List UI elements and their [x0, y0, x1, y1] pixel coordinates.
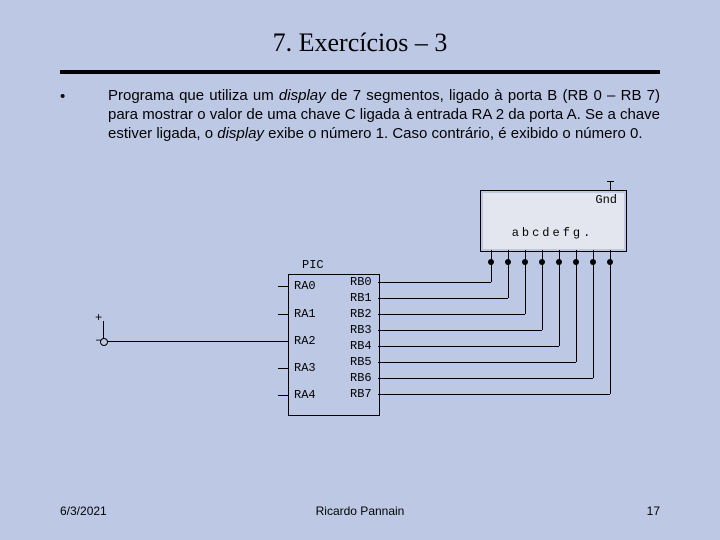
wire-rb0-v — [491, 262, 492, 282]
stub-rb6 — [378, 378, 388, 379]
wire-rb6-h — [388, 378, 593, 379]
label-rb1: RB1 — [350, 291, 372, 305]
wire-rb7-v — [610, 262, 611, 394]
footer-page: 17 — [647, 504, 660, 518]
circuit-diagram: Gnd abcdefg. PIC RA0 RA1 RA2 RA3 — [80, 178, 660, 458]
wire-rb4-h — [388, 346, 559, 347]
footer-author: Ricardo Pannain — [0, 504, 720, 518]
gnd-pin — [610, 181, 611, 190]
label-rb7: RB7 — [350, 387, 372, 401]
slide: 7. Exercícios – 3 • Programa que utiliza… — [0, 0, 720, 540]
label-rb2: RB2 — [350, 307, 372, 321]
wire-rb1-h — [388, 298, 508, 299]
stub-rb1 — [378, 298, 388, 299]
wire-rb2-v — [525, 262, 526, 314]
body-text-post: exibe o número 1. Caso contrário, é exib… — [264, 125, 643, 142]
display-gnd-label: Gnd — [480, 193, 625, 207]
wire-rb7-h — [388, 394, 610, 395]
slide-title: 7. Exercícios – 3 — [0, 28, 720, 58]
gnd-tick — [607, 181, 614, 182]
body-text: Programa que utiliza um display de 7 seg… — [108, 86, 660, 144]
body-italic-2: display — [217, 125, 264, 142]
label-rb3: RB3 — [350, 323, 372, 337]
stub-ra0 — [278, 286, 288, 287]
stub-rb2 — [378, 314, 388, 315]
display-pins-label: abcdefg. — [480, 226, 625, 240]
stub-ra2 — [278, 341, 288, 342]
label-rb5: RB5 — [350, 355, 372, 369]
stub-ra3 — [278, 368, 288, 369]
stub-rb5 — [378, 362, 388, 363]
label-ra3: RA3 — [294, 361, 316, 375]
stub-rb7 — [378, 394, 388, 395]
body-italic-1: display — [279, 87, 326, 104]
bullet-marker: • — [60, 88, 74, 105]
wire-rb6-v — [593, 262, 594, 378]
switch-terminal — [100, 338, 108, 346]
wire-rb3-v — [542, 262, 543, 330]
stub-ra1 — [278, 314, 288, 315]
wire-rb0-h — [388, 282, 491, 283]
stub-rb0 — [378, 282, 388, 283]
label-ra0: RA0 — [294, 279, 316, 293]
wire-rb2-h — [388, 314, 525, 315]
label-rb6: RB6 — [350, 371, 372, 385]
switch-plus: + — [95, 311, 102, 325]
pic-label: PIC — [302, 258, 324, 272]
wire-rb1-v — [508, 262, 509, 298]
wire-rb5-h — [388, 362, 576, 363]
label-rb0: RB0 — [350, 275, 372, 289]
stub-ra4 — [278, 395, 288, 396]
label-rb4: RB4 — [350, 339, 372, 353]
label-ra4: RA4 — [294, 388, 316, 402]
body-text-pre: Programa que utiliza um — [108, 87, 279, 104]
wire-rb3-h — [388, 330, 542, 331]
stub-rb4 — [378, 346, 388, 347]
wire-rb5-v — [576, 262, 577, 362]
label-ra2: RA2 — [294, 334, 316, 348]
label-ra1: RA1 — [294, 307, 316, 321]
title-rule — [60, 70, 660, 74]
wire-rb4-v — [559, 262, 560, 346]
stub-rb3 — [378, 330, 388, 331]
switch-to-ra2-wire — [103, 341, 278, 342]
